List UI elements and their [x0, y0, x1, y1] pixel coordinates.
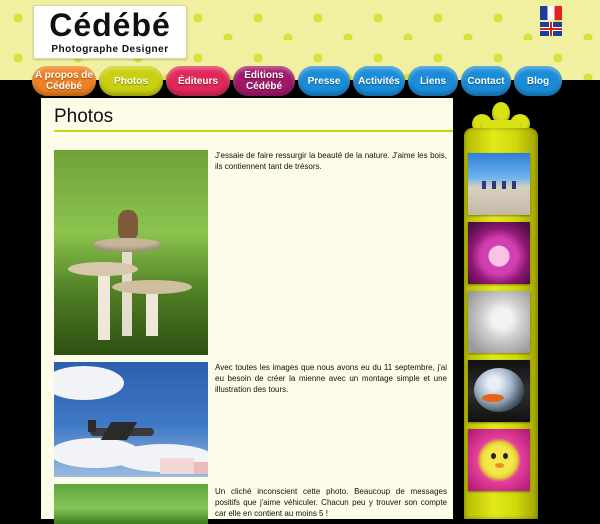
uk-flag-icon[interactable] — [540, 22, 562, 36]
nav-item-a-propos[interactable]: A propos de Cédébé — [32, 66, 96, 96]
logo-subtitle: Photographe Designer — [51, 44, 169, 55]
nav-item-photos[interactable]: Photos — [99, 66, 163, 96]
duck-thumbnail[interactable] — [468, 429, 530, 491]
nav-item-blog[interactable]: Blog — [514, 66, 562, 96]
thumbnail-rail — [456, 100, 546, 519]
logo-title: Cédébé — [49, 7, 171, 43]
nav-item-contact[interactable]: Contact — [461, 66, 511, 96]
nav-item-activites[interactable]: Activités — [353, 66, 405, 96]
plane-photo[interactable] — [54, 362, 208, 477]
page-title: Photos — [54, 106, 114, 127]
nav-item-editeurs[interactable]: Éditeurs — [166, 66, 230, 96]
grass-photo[interactable] — [54, 484, 208, 524]
desert-thumbnail[interactable] — [468, 153, 530, 215]
main-content: Photos J'essaie de faire ressurgir la be… — [41, 98, 453, 524]
title-divider — [54, 130, 453, 132]
photo-caption: Un cliché inconscient cette photo. Beauc… — [215, 487, 447, 518]
nav-item-presse[interactable]: Presse — [298, 66, 350, 96]
mushroom-photo[interactable] — [54, 150, 208, 355]
nav-item-liens[interactable]: Liens — [408, 66, 458, 96]
site-logo[interactable]: Cédébé Photographe Designer — [33, 5, 187, 59]
nav-item-editions-cedebe[interactable]: Editions Cédébé — [233, 66, 295, 96]
photo-caption: Avec toutes les images que nous avons eu… — [215, 363, 447, 394]
fish-bowl-thumbnail[interactable] — [468, 360, 530, 422]
pink-rabbit-thumbnail[interactable] — [468, 222, 530, 284]
photo-caption: J'essaie de faire ressurgir la beauté de… — [215, 151, 447, 171]
hand-print-thumbnail[interactable] — [468, 291, 530, 353]
french-flag-icon[interactable] — [540, 6, 562, 20]
